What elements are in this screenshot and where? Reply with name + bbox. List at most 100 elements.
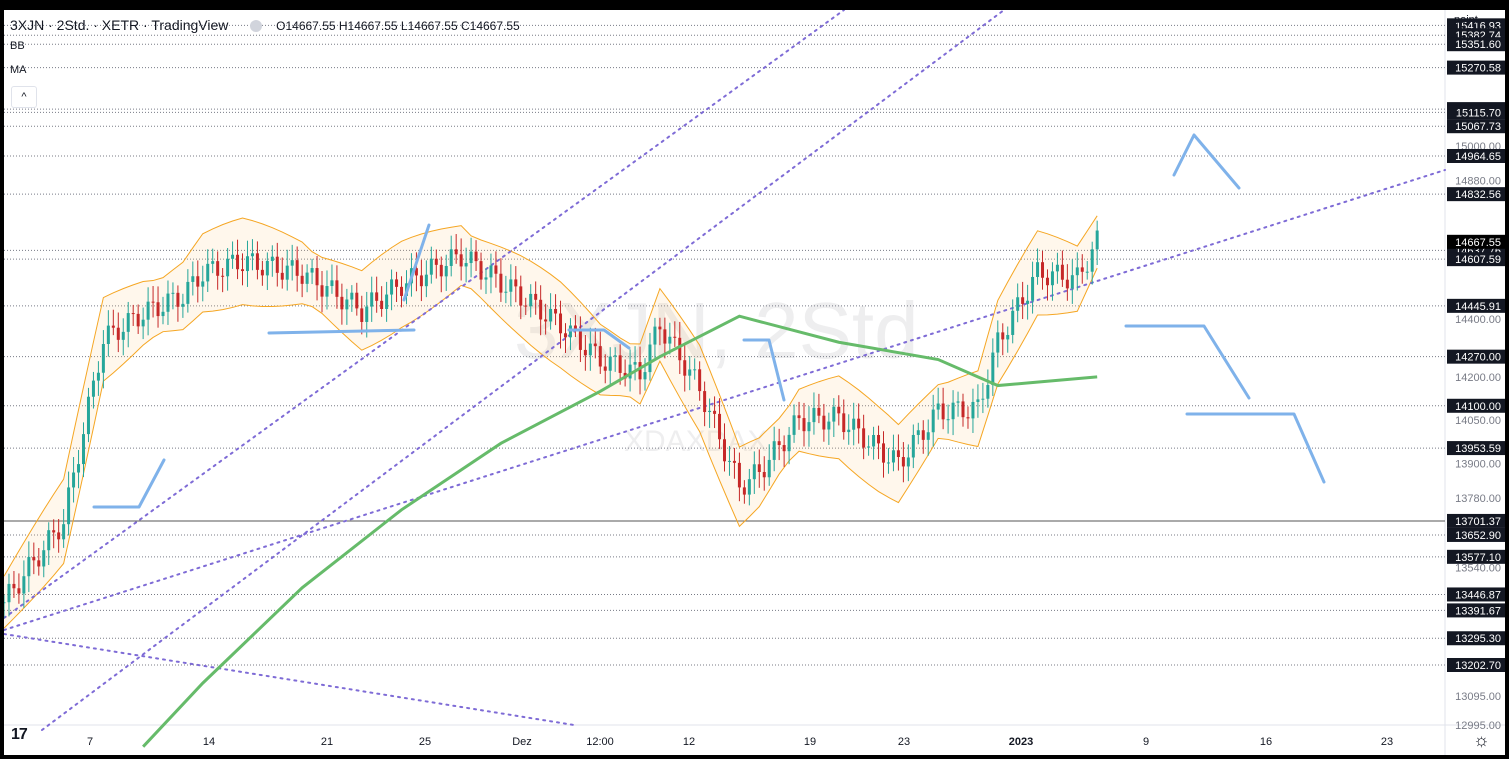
indicator-ma[interactable]: MA: [10, 64, 27, 76]
candle-body: [226, 258, 230, 277]
candle-body: [628, 364, 632, 379]
candle-body: [1036, 262, 1040, 277]
candle-body: [424, 274, 428, 287]
candle-body: [216, 261, 220, 276]
candle-body: [787, 434, 791, 452]
candle-body: [842, 413, 846, 433]
candle-body: [817, 407, 821, 416]
price-tick-label: 13900.00: [1455, 459, 1501, 471]
candle-body: [126, 313, 130, 332]
candle-body: [270, 256, 274, 261]
candle-body: [583, 349, 587, 356]
trend-line[interactable]: [41, 10, 1005, 731]
tradingview-logo[interactable]: 17: [11, 726, 28, 744]
candle-body: [718, 413, 722, 440]
candle-body: [812, 407, 816, 423]
candle-body: [509, 279, 513, 292]
price-tick-label: 13095.00: [1455, 691, 1501, 703]
candle-body: [688, 369, 692, 376]
candle-body: [559, 313, 563, 334]
candle-body: [315, 268, 319, 286]
candle-body: [703, 391, 707, 413]
projection-arrow[interactable]: [742, 338, 786, 402]
symbol-title[interactable]: 3XJN · 2Std. · XETR · TradingView: [10, 17, 228, 33]
candle-body: [1060, 264, 1064, 280]
candle-body: [931, 409, 935, 433]
candle-body: [1090, 249, 1094, 272]
candle-body: [86, 396, 90, 435]
level-label: 14832.56: [1455, 189, 1501, 201]
candle-body: [156, 302, 160, 317]
candle-body: [176, 292, 180, 307]
level-label: 15351.60: [1455, 39, 1501, 51]
gear-icon[interactable]: ☼: [1473, 730, 1490, 751]
candle-body: [57, 532, 61, 540]
time-tick-label: 12: [683, 736, 695, 748]
candle-body: [111, 325, 115, 328]
candle-body: [901, 457, 905, 467]
candle-body: [201, 281, 205, 287]
candle-body: [116, 327, 120, 340]
time-tick-label: 21: [321, 736, 333, 748]
trend-line[interactable]: [4, 633, 575, 726]
candle-body: [668, 336, 672, 344]
candle-body: [395, 279, 399, 287]
price-tick-label: 14200.00: [1455, 372, 1501, 384]
candle-body: [375, 292, 379, 301]
chart-svg[interactable]: 15000.0014880.0014400.0014200.0014050.00…: [4, 10, 1505, 755]
candle-body: [752, 464, 756, 480]
candle-body: [971, 401, 975, 419]
candle-body: [906, 457, 910, 467]
candle-body: [121, 331, 125, 340]
candle-body: [916, 430, 920, 435]
candle-body: [265, 260, 269, 276]
candle-body: [643, 372, 647, 380]
candle-body: [936, 403, 940, 410]
candle-body: [578, 329, 582, 350]
level-label: 13953.59: [1455, 443, 1501, 455]
candle-body: [191, 276, 195, 282]
candle-body: [638, 362, 642, 380]
candle-body: [400, 286, 404, 296]
price-tick-label: 14400.00: [1455, 314, 1501, 326]
candle-body: [1095, 230, 1099, 250]
candle-body: [27, 557, 31, 577]
candle-body: [772, 441, 776, 460]
candle-body: [275, 256, 279, 273]
candle-body: [732, 460, 736, 463]
candle-body: [683, 360, 687, 376]
chart-header: 3XJN · 2Std. · XETR · TradingView O14667…: [10, 17, 520, 33]
candle-body: [484, 277, 488, 280]
candle-body: [96, 372, 100, 381]
candle-body: [22, 576, 26, 594]
collapse-indicators-button[interactable]: ^: [11, 86, 37, 108]
projection-arrow[interactable]: [1172, 133, 1241, 190]
candle-body: [698, 369, 702, 392]
level-label: 14964.65: [1455, 151, 1501, 163]
projection-arrow[interactable]: [92, 458, 166, 509]
candle-body: [549, 308, 553, 322]
candle-body: [245, 256, 249, 272]
time-tick-label: 23: [898, 736, 910, 748]
time-tick-label: Dez: [512, 736, 532, 748]
candle-body: [285, 265, 289, 280]
candle-body: [782, 445, 786, 452]
candle-body: [797, 415, 801, 419]
candle-body: [419, 275, 423, 287]
candle-body: [12, 583, 16, 589]
time-tick-label: 12:00: [586, 736, 614, 748]
projection-arrow[interactable]: [1124, 324, 1251, 400]
candle-body: [231, 254, 235, 259]
chart-frame: 3XJN, 2Std XDAXDAX 15000.00 14880.00 14400…: [0, 0, 1509, 759]
candle-body: [236, 254, 240, 270]
candle-body: [678, 337, 682, 361]
candle-body: [996, 332, 1000, 353]
candle-body: [663, 329, 667, 344]
price-tick-label: 14880.00: [1455, 175, 1501, 187]
indicator-bb[interactable]: BB: [10, 40, 25, 52]
chart-area[interactable]: 3XJN, 2Std XDAXDAX 15000.00 14880.00 14400…: [4, 10, 1505, 755]
candle-body: [489, 265, 493, 278]
candle-body: [305, 272, 309, 284]
candle-body: [17, 588, 21, 594]
level-label: 15270.58: [1455, 63, 1501, 75]
